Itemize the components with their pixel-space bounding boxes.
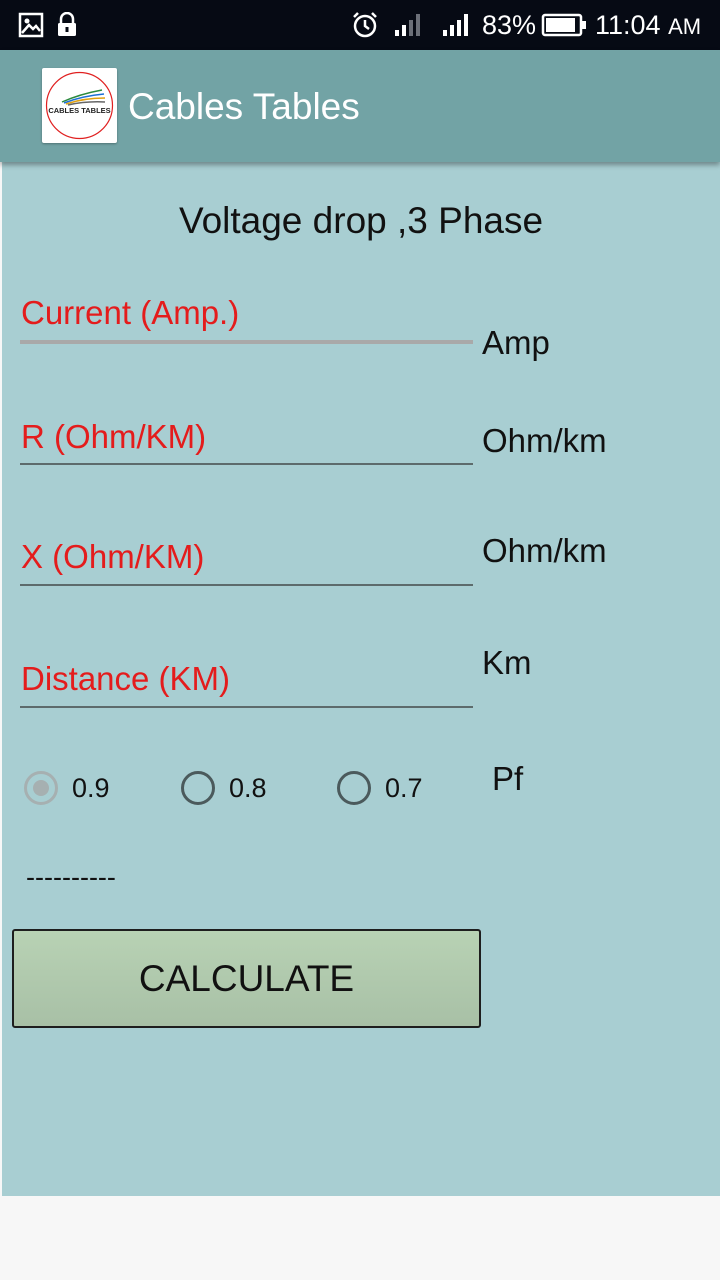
signal-strong-icon <box>440 0 472 50</box>
clock-time: 11:04 <box>595 10 661 40</box>
app-logo: CABLES TABLES <box>42 68 117 143</box>
pf-radio-0-9[interactable]: 0.9 <box>24 766 110 810</box>
app-logo-text: CABLES TABLES <box>48 106 110 115</box>
clock: 11:04 AM <box>595 0 701 50</box>
app-title: Cables Tables <box>128 86 360 127</box>
lock-icon <box>54 0 80 50</box>
resistance-input[interactable]: R (Ohm/KM) <box>20 416 473 476</box>
reactance-unit-label: Ohm/km <box>482 532 607 569</box>
gallery-icon <box>16 0 46 50</box>
distance-unit-label: Km <box>482 644 532 681</box>
pf-radio-0-9-label: 0.9 <box>72 772 110 803</box>
pf-radio-0-8[interactable]: 0.8 <box>181 766 267 810</box>
battery-icon <box>540 0 588 50</box>
radio-checked-icon[interactable] <box>24 771 58 805</box>
pf-radio-0-7-label: 0.7 <box>385 772 423 803</box>
radio-unchecked-icon[interactable] <box>337 771 371 805</box>
app-bar: CABLES TABLES Cables Tables <box>0 50 720 162</box>
signal-weak-icon <box>392 0 424 50</box>
radio-unchecked-icon[interactable] <box>181 771 215 805</box>
current-input-underline <box>20 340 473 344</box>
reactance-input-hint: X (Ohm/KM) <box>21 538 205 575</box>
distance-input[interactable]: Distance (KM) <box>20 660 473 720</box>
pf-label: Pf <box>492 760 524 797</box>
current-input[interactable]: Current (Amp.) <box>20 292 473 352</box>
distance-input-hint: Distance (KM) <box>21 660 231 697</box>
distance-input-underline <box>20 706 473 708</box>
reactance-input-underline <box>20 584 473 586</box>
status-bar: 83% 11:04 AM <box>0 0 720 50</box>
reactance-input[interactable]: X (Ohm/KM) <box>20 536 473 596</box>
current-unit-label: Amp <box>482 324 550 361</box>
voltage-drop-form: Voltage drop ,3 Phase Current (Amp.) Amp… <box>2 162 720 1196</box>
result-text: ---------- <box>26 862 116 892</box>
pf-radio-0-7[interactable]: 0.7 <box>337 766 423 810</box>
current-input-hint: Current (Amp.) <box>21 294 240 331</box>
resistance-input-hint: R (Ohm/KM) <box>21 418 207 455</box>
calculate-button[interactable]: CALCULATE <box>12 929 481 1028</box>
clock-ampm: AM <box>668 14 702 39</box>
screen-title: Voltage drop ,3 Phase <box>178 200 544 241</box>
alarm-icon <box>350 0 380 50</box>
resistance-input-underline <box>20 463 473 465</box>
navigation-bar-area <box>0 1196 720 1280</box>
resistance-unit-label: Ohm/km <box>482 422 607 459</box>
pf-radio-0-8-label: 0.8 <box>229 772 267 803</box>
battery-percent: 83% <box>482 10 537 40</box>
